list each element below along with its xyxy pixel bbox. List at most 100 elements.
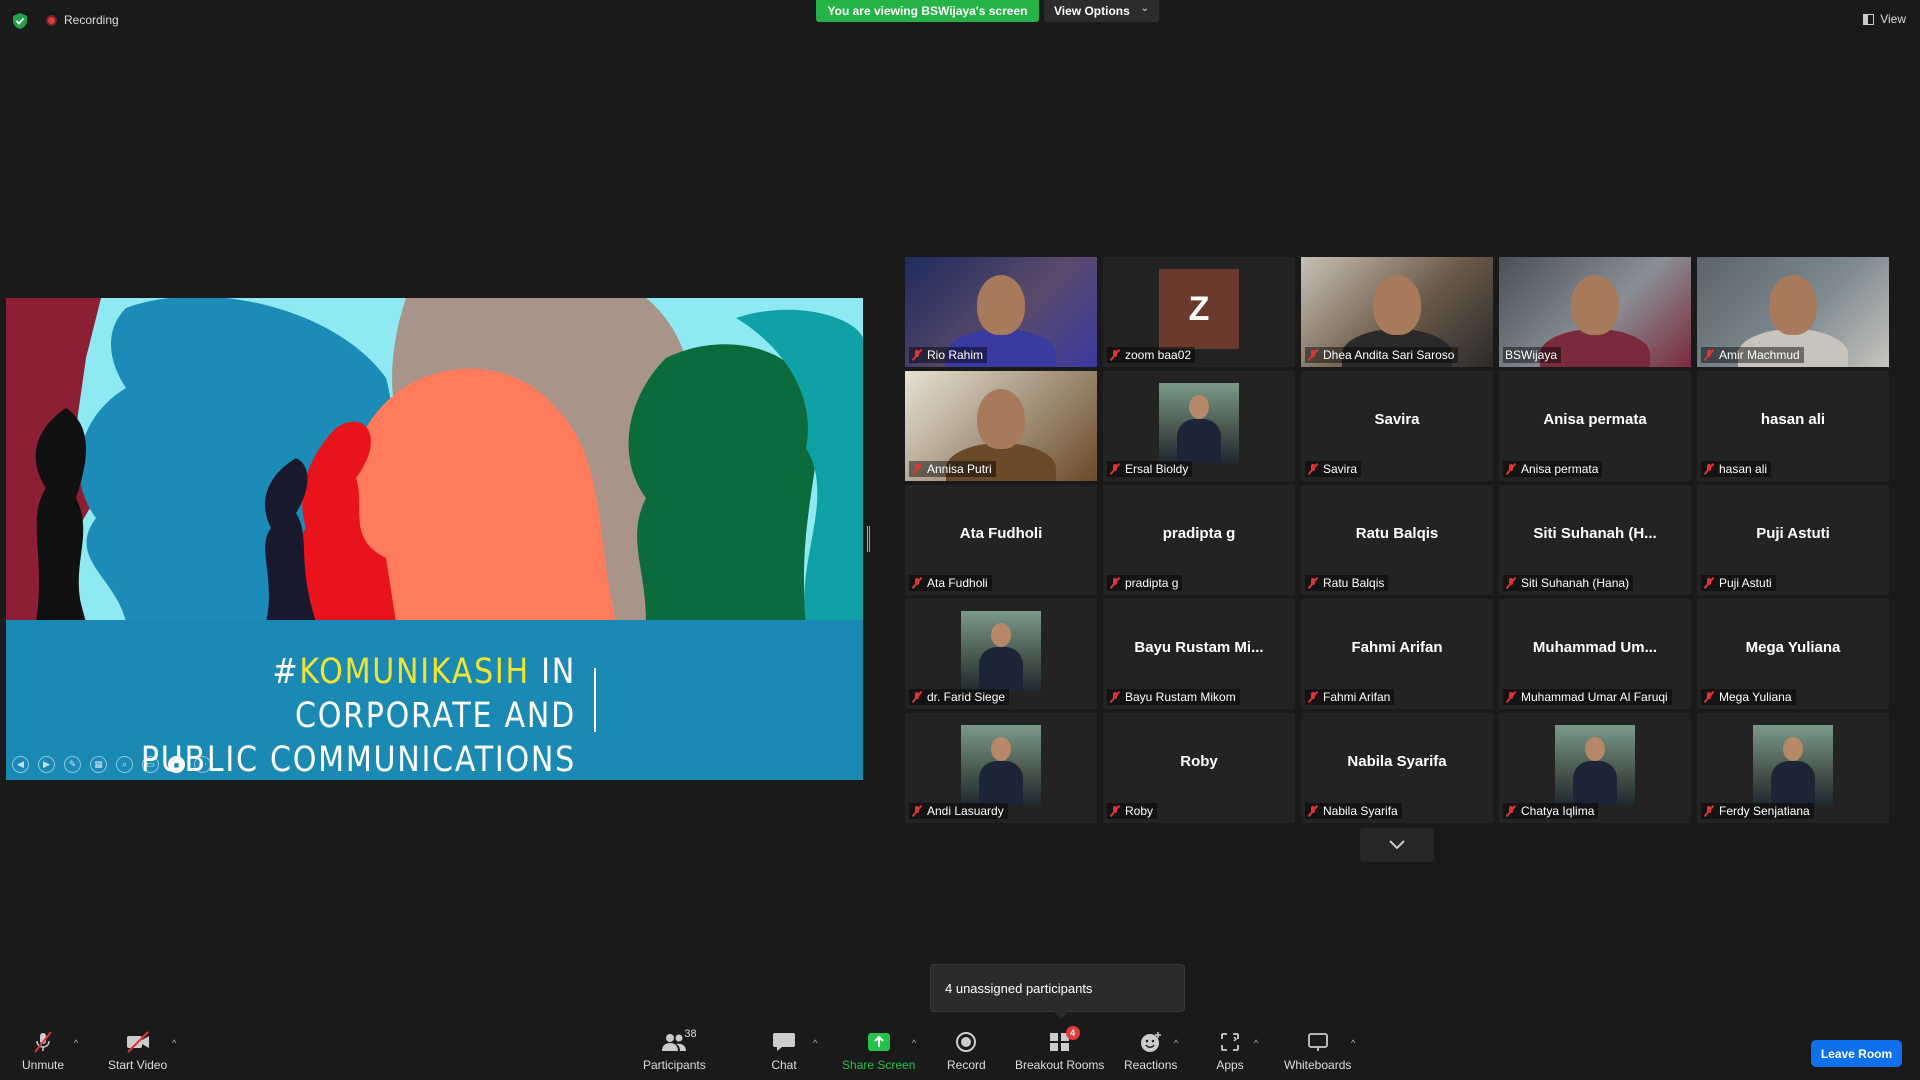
participant-name-label: pradipta g xyxy=(1107,575,1183,591)
participant-tile[interactable]: BSWijaya xyxy=(1499,257,1691,367)
muted-mic-icon xyxy=(1505,691,1517,703)
share-screen-button[interactable]: Share Screen xyxy=(842,1030,915,1072)
participant-tile[interactable]: Siti Suhanah (H... Siti Suhanah (Hana) xyxy=(1499,485,1691,595)
share-screen-label: Share Screen xyxy=(842,1058,916,1072)
more-options-icon[interactable]: ⋯ xyxy=(194,756,211,773)
participant-tile[interactable]: Chatya Iqlima xyxy=(1499,713,1691,823)
share-screen-icon xyxy=(865,1030,893,1054)
participant-tile[interactable]: Ersal Bioldy xyxy=(1103,371,1295,481)
participant-tile[interactable]: Savira Savira xyxy=(1301,371,1493,481)
zoom-icon[interactable]: ⌕ xyxy=(116,756,133,773)
participant-name: Chatya Iqlima xyxy=(1521,804,1595,818)
participant-name-label: Siti Suhanah (Hana) xyxy=(1503,575,1634,591)
next-slide-icon[interactable]: ▶ xyxy=(38,756,55,773)
gallery-next-page-button[interactable] xyxy=(1360,828,1434,862)
participant-avatar xyxy=(1159,383,1239,463)
avatar-head xyxy=(991,737,1011,761)
all-slides-icon[interactable]: ▦ xyxy=(90,756,107,773)
audio-options-caret-icon[interactable]: ^ xyxy=(74,1038,78,1048)
participant-tile[interactable]: Zzoom baa02 xyxy=(1103,257,1295,367)
previous-slide-icon[interactable]: ◀ xyxy=(12,756,29,773)
participant-tile[interactable]: Rio Rahim xyxy=(905,257,1097,367)
split-resize-handle[interactable] xyxy=(867,526,870,552)
participant-name-label: Ratu Balqis xyxy=(1305,575,1389,591)
breakout-rooms-button[interactable]: 4 Breakout Rooms xyxy=(1015,1026,1104,1072)
avatar-head xyxy=(991,623,1011,647)
participants-button[interactable]: 38 Participants xyxy=(643,1028,706,1072)
participant-name-label: Amir Machmud xyxy=(1701,347,1804,363)
participant-tile[interactable]: Mega Yuliana Mega Yuliana xyxy=(1697,599,1889,709)
participant-tile[interactable]: Amir Machmud xyxy=(1697,257,1889,367)
start-video-label: Start Video xyxy=(108,1058,168,1072)
participant-tile[interactable]: Ratu Balqis Ratu Balqis xyxy=(1301,485,1493,595)
reactions-label: Reactions xyxy=(1124,1058,1178,1072)
participant-tile[interactable]: Dhea Andita Sari Saroso xyxy=(1301,257,1493,367)
participant-tile[interactable]: hasan ali hasan ali xyxy=(1697,371,1889,481)
reactions-button[interactable]: Reactions xyxy=(1124,1030,1177,1072)
start-video-button[interactable]: Start Video xyxy=(108,1030,167,1072)
participant-tile[interactable]: pradipta g pradipta g xyxy=(1103,485,1295,595)
muted-mic-icon xyxy=(1307,349,1319,361)
muted-mic-icon xyxy=(911,805,923,817)
participant-name: Fahmi Arifan xyxy=(1323,690,1391,704)
subtitles-icon[interactable]: ▭ xyxy=(142,756,159,773)
participant-tile[interactable]: Annisa Putri xyxy=(905,371,1097,481)
participant-silhouette xyxy=(1571,275,1619,335)
participant-name: Andi Lasuardy xyxy=(927,804,1004,818)
camera-icon[interactable]: ■ xyxy=(168,756,185,773)
participant-display-name: Fahmi Arifan xyxy=(1351,639,1443,656)
participant-display-name: Siti Suhanah (H... xyxy=(1533,525,1657,542)
video-off-icon xyxy=(124,1030,152,1054)
participant-tile[interactable]: Anisa permata Anisa permata xyxy=(1499,371,1691,481)
reactions-options-caret-icon[interactable]: ^ xyxy=(1174,1038,1178,1048)
participant-tile[interactable]: Bayu Rustam Mi... Bayu Rustam Mikom xyxy=(1103,599,1295,709)
whiteboards-button[interactable]: Whiteboards xyxy=(1284,1030,1351,1072)
participant-tile[interactable]: Ferdy Senjatiana xyxy=(1697,713,1889,823)
avatar-body xyxy=(979,761,1023,805)
apps-options-caret-icon[interactable]: ^ xyxy=(1254,1038,1258,1048)
muted-mic-icon xyxy=(1505,463,1517,475)
participants-icon: 38 xyxy=(660,1028,697,1054)
muted-mic-icon xyxy=(1109,349,1121,361)
participant-name-label: Dhea Andita Sari Saroso xyxy=(1305,347,1459,363)
view-options-button[interactable]: View Options ⌄ xyxy=(1044,0,1159,22)
participant-name-label: Ersal Bioldy xyxy=(1107,461,1193,477)
participant-avatar: Z xyxy=(1159,269,1239,349)
view-button[interactable]: View xyxy=(1863,12,1906,26)
unmute-button[interactable]: Unmute xyxy=(22,1030,64,1072)
participant-tile[interactable]: Muhammad Um... Muhammad Umar Al Faruqi xyxy=(1499,599,1691,709)
participant-silhouette xyxy=(977,275,1025,335)
participant-display-name: hasan ali xyxy=(1760,411,1826,428)
avatar-body xyxy=(1573,761,1617,805)
apps-button[interactable]: Apps xyxy=(1216,1030,1244,1072)
participant-tile[interactable]: Andi Lasuardy xyxy=(905,713,1097,823)
video-options-caret-icon[interactable]: ^ xyxy=(172,1038,176,1048)
participant-tile[interactable]: Ata Fudholi Ata Fudholi xyxy=(905,485,1097,595)
meeting-top-bar: Recording You are viewing BSWijaya's scr… xyxy=(0,0,1920,40)
participant-tile[interactable]: dr. Farid Siege xyxy=(905,599,1097,709)
chat-button[interactable]: Chat xyxy=(770,1030,798,1072)
participant-name: Anisa permata xyxy=(1521,462,1599,476)
participant-tile[interactable]: Puji Astuti Puji Astuti xyxy=(1697,485,1889,595)
participant-display-name: Roby xyxy=(1180,753,1218,770)
participant-name-label: Muhammad Umar Al Faruqi xyxy=(1503,689,1672,705)
security-shield-icon[interactable] xyxy=(12,12,28,30)
chat-bubble-icon xyxy=(770,1030,798,1054)
pen-icon[interactable]: ✎ xyxy=(64,756,81,773)
participant-name-label: Ata Fudholi xyxy=(909,575,992,591)
recording-indicator[interactable]: Recording xyxy=(46,13,119,27)
participant-tile[interactable]: Fahmi Arifan Fahmi Arifan xyxy=(1301,599,1493,709)
share-options-caret-icon[interactable]: ^ xyxy=(912,1038,916,1048)
view-options-label: View Options xyxy=(1054,4,1130,18)
record-button[interactable]: Record xyxy=(947,1030,986,1072)
leave-room-button[interactable]: Leave Room xyxy=(1811,1040,1902,1067)
chat-options-caret-icon[interactable]: ^ xyxy=(813,1038,817,1048)
whiteboards-options-caret-icon[interactable]: ^ xyxy=(1351,1038,1355,1048)
participant-tile[interactable]: Nabila Syarifa Nabila Syarifa xyxy=(1301,713,1493,823)
participant-avatar xyxy=(1753,725,1833,805)
participant-avatar xyxy=(961,611,1041,691)
participant-tile[interactable]: Roby Roby xyxy=(1103,713,1295,823)
participant-name: zoom baa02 xyxy=(1125,348,1192,362)
participant-name-label: Savira xyxy=(1305,461,1362,477)
record-label: Record xyxy=(947,1058,986,1072)
